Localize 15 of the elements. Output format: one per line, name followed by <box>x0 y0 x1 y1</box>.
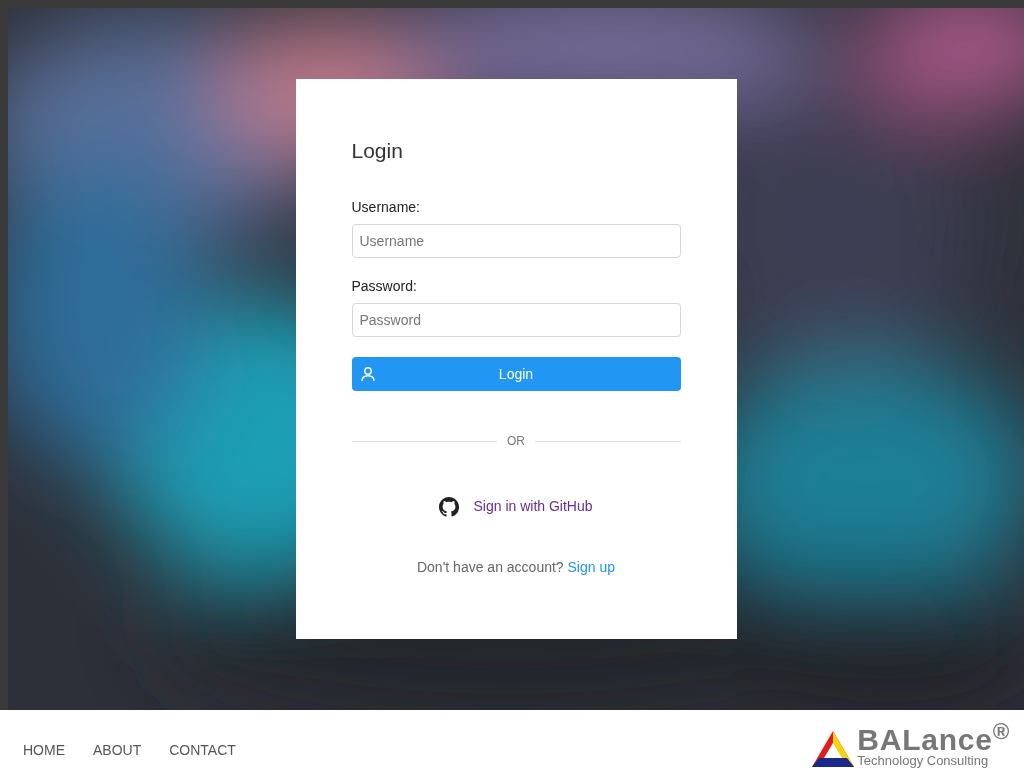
input-field[interactable]: Username <box>351 224 681 258</box>
github-icon <box>439 496 460 517</box>
input-field[interactable]: Password <box>351 303 681 337</box>
github-signin-link[interactable]: Sign in with GitHub <box>473 496 593 517</box>
signup-prompt: Don't have an account? Sign up <box>415 558 616 577</box>
user-icon <box>359 366 376 382</box>
nav-link[interactable]: HOME <box>23 740 65 761</box>
field-label: Password: <box>351 277 418 296</box>
nav-link[interactable]: CONTACT <box>169 740 236 761</box>
nav-link[interactable]: ABOUT <box>93 740 142 761</box>
login-title: Login <box>351 138 404 164</box>
field-label: Username: <box>351 198 421 217</box>
logo-tagline: Technology Consulting <box>857 754 989 768</box>
divider-label: OR <box>507 433 525 450</box>
triangle-logo-icon <box>811 730 856 768</box>
